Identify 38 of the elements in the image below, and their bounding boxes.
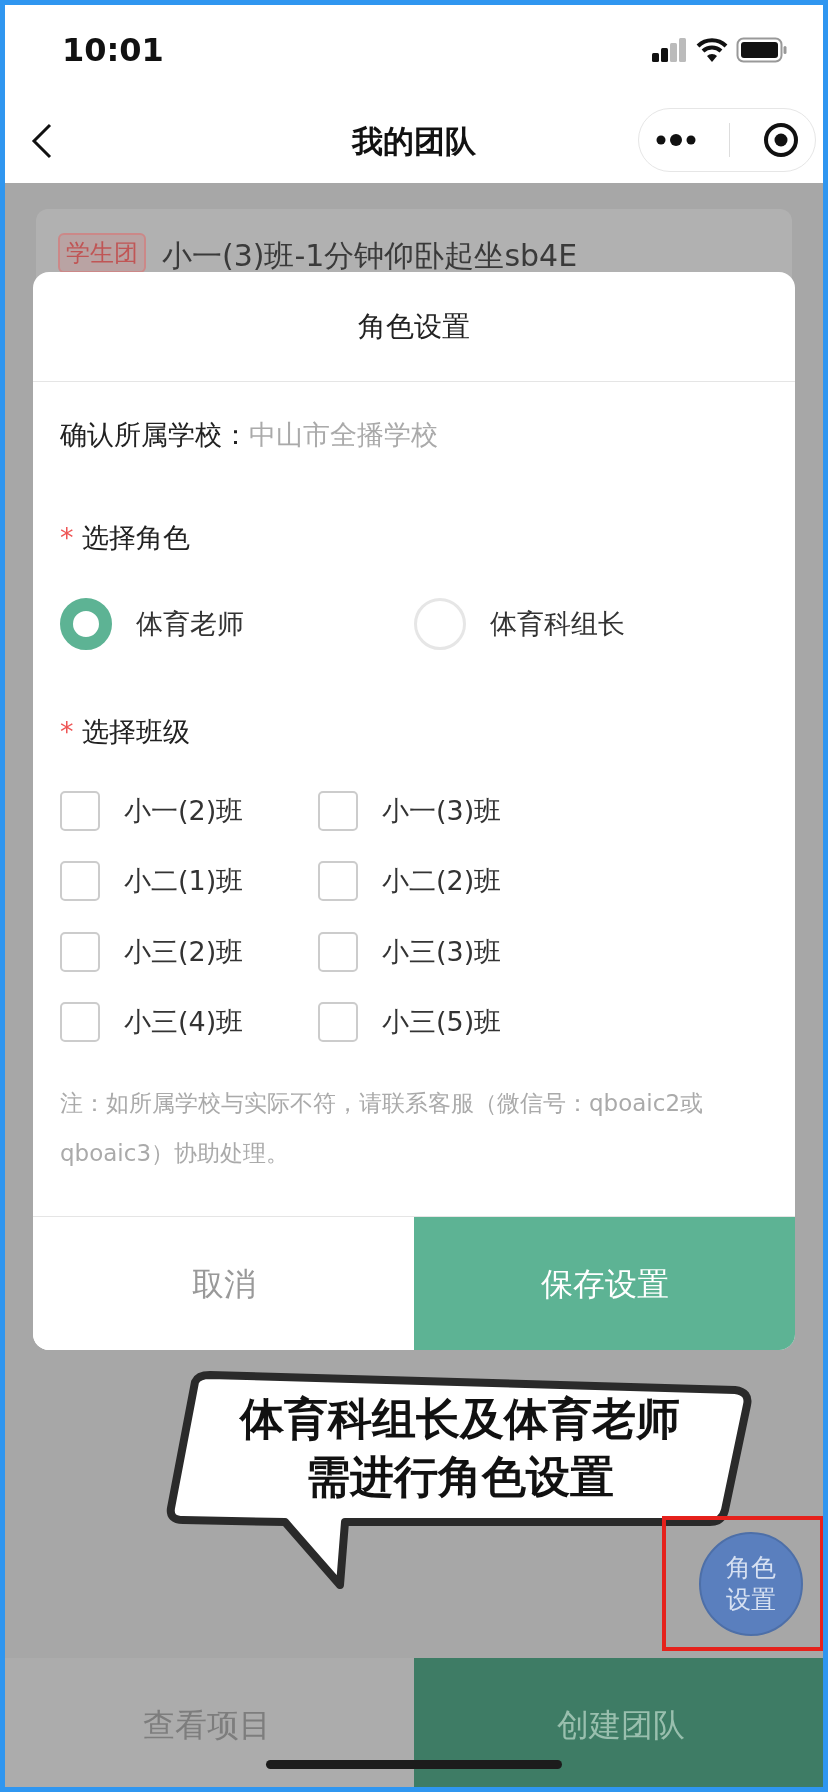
callout-text: 体育科组长及体育老师 — [240, 1392, 680, 1446]
checkbox[interactable] — [318, 1002, 358, 1043]
checkbox[interactable] — [60, 1002, 100, 1043]
required-mark: * — [60, 520, 74, 555]
checkbox[interactable] — [60, 790, 100, 831]
class-option-label[interactable]: 小三(5)班 — [382, 1002, 502, 1043]
more-icon[interactable] — [655, 133, 698, 147]
callout-text: 需进行角色设置 — [306, 1450, 614, 1504]
team-name: 小一(3)班-1分钟仰卧起坐sb4E — [162, 237, 578, 275]
role-option-label[interactable]: 体育科组长 — [490, 603, 625, 645]
team-tag: 学生团 — [58, 233, 146, 273]
page-title: 我的团队 — [352, 122, 476, 162]
required-mark: * — [60, 715, 74, 749]
wifi-icon — [696, 38, 728, 62]
role-option-label[interactable]: 体育老师 — [136, 603, 244, 645]
close-icon[interactable] — [762, 122, 799, 158]
clock: 10:01 — [62, 30, 164, 71]
battery-icon — [736, 37, 788, 63]
checkbox[interactable] — [318, 790, 358, 831]
checkbox[interactable] — [318, 861, 358, 902]
checkbox[interactable] — [60, 931, 100, 972]
checkbox[interactable] — [60, 861, 100, 902]
section-label: 选择角色 — [81, 520, 190, 555]
back-icon[interactable] — [30, 122, 54, 160]
class-option-label[interactable]: 小二(1)班 — [124, 861, 244, 902]
school-label: 确认所属学校： — [60, 418, 249, 452]
checkbox[interactable] — [318, 931, 358, 972]
radio-button[interactable] — [60, 598, 112, 650]
class-option-label[interactable]: 小三(2)班 — [124, 931, 244, 972]
section-label: 选择班级 — [81, 715, 190, 749]
class-option-label[interactable]: 小三(3)班 — [382, 931, 502, 972]
school-name: 中山市全播学校 — [249, 418, 438, 452]
class-option-label[interactable]: 小一(3)班 — [382, 790, 502, 831]
class-option-label[interactable]: 小三(4)班 — [124, 1002, 244, 1043]
note-text: 注：如所属学校与实际不符，请联系客服（微信号：qboaic2或qboaic3）协助处理。 — [60, 1088, 705, 1168]
class-option-label[interactable]: 小一(2)班 — [124, 790, 244, 831]
signal-icon — [652, 38, 688, 62]
class-option-label[interactable]: 小二(2)班 — [382, 861, 502, 902]
